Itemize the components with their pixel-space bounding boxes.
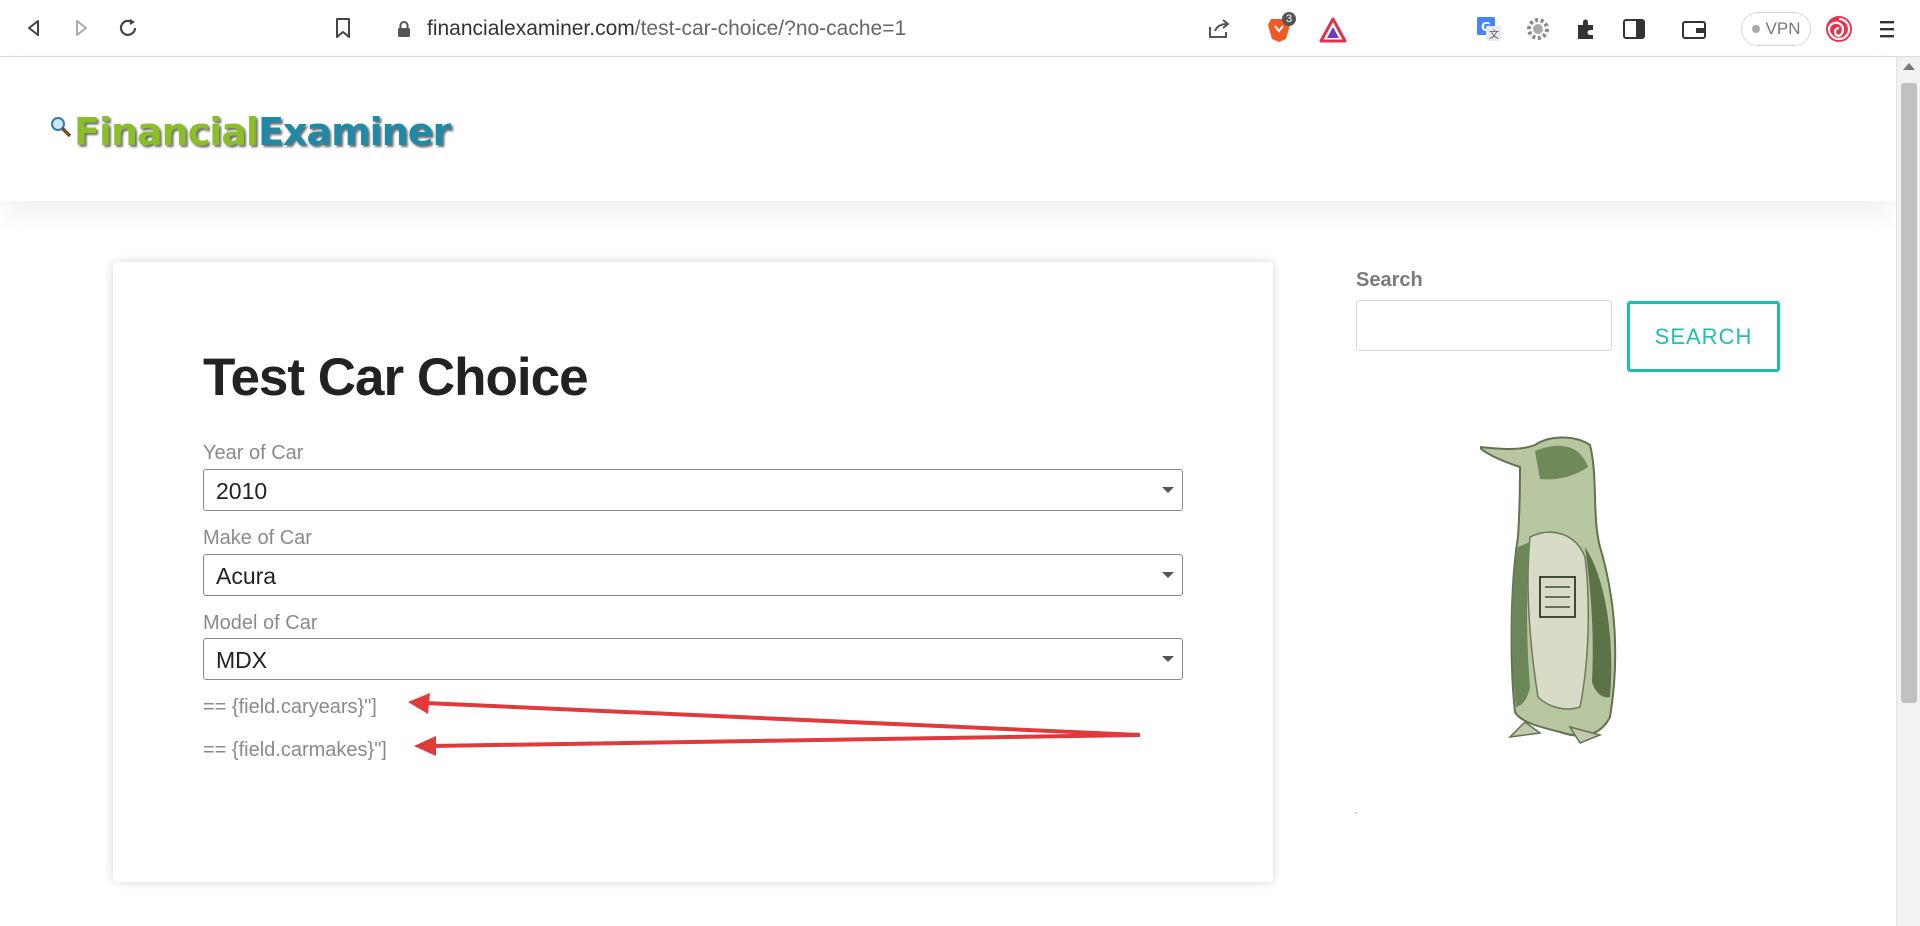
money-origami-penguin-image [1480,436,1617,744]
search-label: Search [1356,269,1423,291]
make-select[interactable]: Acura [203,554,1183,596]
brave-shields-count: 3 [1282,12,1297,26]
model-select[interactable]: MDX [203,638,1183,680]
site-logo[interactable]: Financial Examiner [50,102,451,162]
forward-icon[interactable] [63,10,99,46]
brave-rewards-icon[interactable] [1319,17,1347,48]
browser-toolbar: financialexaminer.com/test-car-choice/?n… [0,0,1920,57]
logo-text-financial: Financial [74,110,259,154]
divider-dot [1355,812,1357,814]
bookmark-icon[interactable] [325,10,361,46]
year-label: Year of Car [203,442,304,464]
make-select-value: Acura [216,563,277,589]
model-label: Model of Car [203,612,318,634]
year-select[interactable]: 2010 [203,469,1183,511]
article-card: Test Car Choice Year of Car 2010 Make of… [113,262,1273,882]
back-icon[interactable] [16,10,52,46]
vpn-label: VPN [1765,19,1801,38]
chevron-down-icon [1162,656,1174,662]
search-button[interactable]: SEARCH [1627,301,1780,372]
url-text: financialexaminer.com/test-car-choice/?n… [427,17,907,40]
extensions-puzzle-icon[interactable] [1569,12,1603,46]
make-label: Make of Car [203,527,312,549]
scrollbar-thumb[interactable] [1901,83,1917,703]
shortcode-carmakes: == {field.carmakes}"] [203,739,387,761]
share-icon[interactable] [1207,18,1231,45]
sidebar-toggle-icon[interactable] [1617,12,1651,46]
scroll-up-arrow-icon[interactable] [1903,63,1915,70]
vpn-button[interactable]: VPN [1741,12,1811,46]
site-header: Financial Examiner [0,57,1896,201]
translate-icon[interactable]: G文 [1472,12,1506,46]
address-bar[interactable]: financialexaminer.com/test-car-choice/?n… [377,8,1357,50]
shortcode-caryears: == {field.caryears}"] [203,696,377,718]
profile-swirl-icon[interactable] [1822,12,1856,46]
web-page: Financial Examiner Test Car Choice Year o… [0,57,1896,926]
chevron-down-icon [1162,487,1174,493]
vpn-status-dot [1751,25,1760,33]
lock-icon [397,20,411,43]
reload-icon[interactable] [110,10,146,46]
model-select-value: MDX [216,647,268,673]
logo-text-examiner: Examiner [257,110,451,154]
page-title: Test Car Choice [203,348,589,407]
search-input[interactable] [1356,300,1612,351]
year-select-value: 2010 [216,478,268,504]
svg-text:文: 文 [1489,28,1499,41]
menu-icon[interactable] [1870,12,1904,46]
settings-gear-extension-icon[interactable] [1521,12,1555,46]
wallet-icon[interactable] [1677,12,1711,46]
magnifier-icon [50,103,72,147]
page-scrollbar[interactable] [1896,57,1920,926]
chevron-down-icon [1162,572,1174,578]
